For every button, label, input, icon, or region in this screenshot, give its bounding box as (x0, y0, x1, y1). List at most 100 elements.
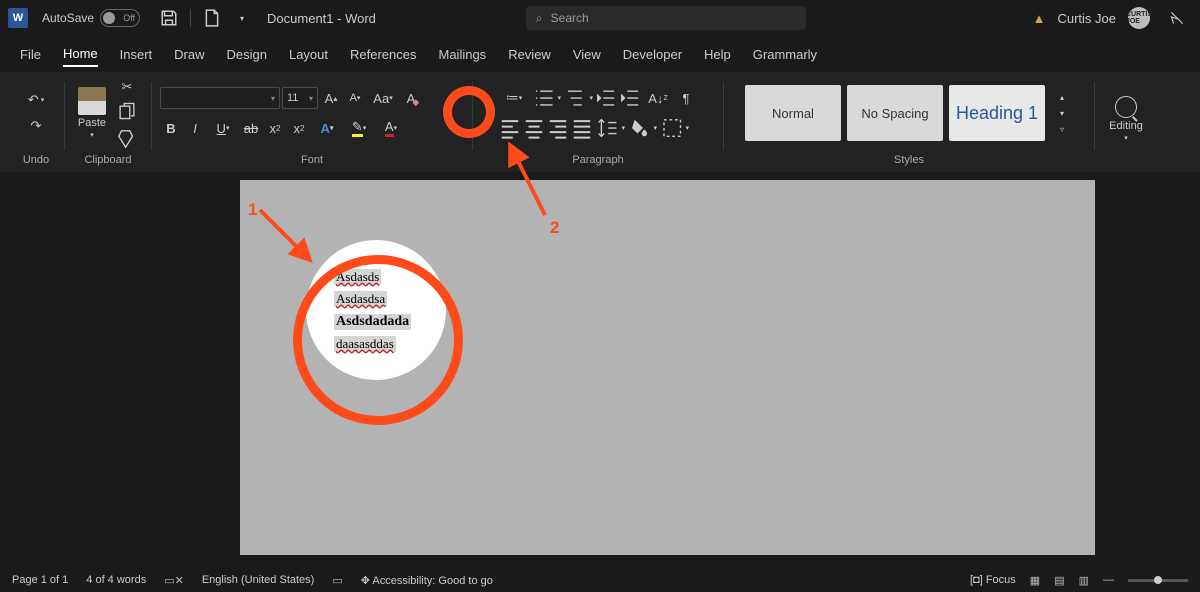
show-marks-icon[interactable]: ¶ (675, 87, 697, 109)
highlight-color-icon[interactable]: ✎ ▾ (344, 117, 374, 139)
tab-developer[interactable]: Developer (623, 43, 682, 66)
bullets-icon[interactable]: ≔ ▾ (499, 87, 529, 109)
search-input[interactable]: ⌕ Search (526, 6, 806, 30)
editing-button[interactable]: Editing ▾ (1109, 96, 1143, 142)
status-accessibility[interactable]: ✥ Accessibility: Good to go (361, 574, 493, 587)
text-line-4[interactable]: daasasddas (334, 336, 396, 352)
style-heading-1[interactable]: Heading 1 (949, 85, 1045, 141)
strikethrough-button[interactable]: ab (240, 117, 262, 139)
status-bar: Page 1 of 1 4 of 4 words ▭✕ English (Uni… (0, 568, 1200, 592)
print-layout-icon[interactable]: ▦ (1030, 574, 1040, 587)
text-effects-icon[interactable]: A ▾ (312, 117, 342, 139)
text-line-1[interactable]: Asdasds (334, 269, 381, 285)
tab-insert[interactable]: Insert (120, 43, 153, 66)
zoom-slider[interactable] (1128, 579, 1188, 582)
new-doc-icon[interactable] (203, 9, 221, 27)
autosave-toggle[interactable]: AutoSave Off (42, 9, 140, 27)
save-icon[interactable] (160, 9, 178, 27)
cut-icon[interactable]: ✂ (116, 76, 138, 98)
tab-grammarly[interactable]: Grammarly (753, 43, 817, 66)
word-logo: W (8, 8, 28, 28)
find-icon (1115, 96, 1137, 118)
tab-mailings[interactable]: Mailings (439, 43, 487, 66)
username: Curtis Joe (1057, 11, 1116, 26)
styles-scroll-up-icon[interactable]: ▴ (1051, 89, 1073, 105)
tab-file[interactable]: File (20, 43, 41, 66)
qat-dropdown-icon[interactable]: ▾ (233, 9, 251, 27)
grow-font-icon[interactable]: A▴ (320, 87, 342, 109)
change-case-icon[interactable]: Aa ▾ (368, 87, 398, 109)
focus-mode[interactable]: [◘] Focus (970, 574, 1016, 586)
group-undo-label: Undo (16, 150, 56, 172)
title-bar: W AutoSave Off ▾ Document1 - Word ⌕ Sear… (0, 0, 1200, 36)
document-area: Asdasds Asdasdsa Asdsdadada daasasddas (0, 172, 1200, 572)
tab-view[interactable]: View (573, 43, 601, 66)
document-title: Document1 - Word (267, 11, 376, 26)
tab-help[interactable]: Help (704, 43, 731, 66)
group-styles-label: Styles (732, 150, 1086, 172)
search-placeholder: Search (551, 11, 589, 25)
font-color-icon[interactable]: A ▾ (376, 117, 406, 139)
warning-icon[interactable]: ▲ (1033, 11, 1046, 26)
italic-button[interactable]: I (184, 117, 206, 139)
multilevel-list-icon[interactable]: ▾ (563, 87, 593, 109)
text-line-2[interactable]: Asdasdsa (334, 291, 387, 307)
ribbon: ↶ ▾ ↷ Undo Paste ▾ ✂ Clipboard ▾ 11▾ (0, 72, 1200, 172)
macro-icon[interactable]: ▭ (332, 574, 342, 587)
underline-button[interactable]: U ▾ (208, 117, 238, 139)
font-size-select[interactable]: 11▾ (282, 87, 318, 109)
zoom-out-icon[interactable]: — (1103, 574, 1114, 586)
tab-draw[interactable]: Draw (174, 43, 204, 66)
align-left-icon[interactable] (499, 117, 521, 139)
style-no-spacing[interactable]: No Spacing (847, 85, 943, 141)
line-spacing-icon[interactable]: ▾ (595, 117, 625, 139)
document-page[interactable]: Asdasds Asdasdsa Asdsdadada daasasddas (240, 180, 1095, 555)
subscript-button[interactable]: x2 (264, 117, 286, 139)
superscript-button[interactable]: x2 (288, 117, 310, 139)
paste-button[interactable]: Paste ▾ (78, 87, 106, 139)
copy-icon[interactable] (116, 102, 138, 124)
numbering-icon[interactable]: ▾ (531, 87, 561, 109)
group-paragraph-label: Paragraph (481, 150, 715, 172)
shrink-font-icon[interactable]: A▾ (344, 87, 366, 109)
tab-design[interactable]: Design (227, 43, 267, 66)
sort-icon[interactable]: A↓Z (643, 87, 673, 109)
shading-icon[interactable]: ▾ (627, 117, 657, 139)
read-mode-icon[interactable]: ▤ (1054, 574, 1064, 587)
decrease-indent-icon[interactable] (595, 87, 617, 109)
format-painter-icon[interactable] (116, 128, 138, 150)
status-language[interactable]: English (United States) (202, 574, 315, 586)
toggle-switch[interactable]: Off (100, 9, 140, 27)
styles-scroll-down-icon[interactable]: ▾ (1051, 105, 1073, 121)
annotation-number-1: 1 (248, 200, 257, 220)
justify-icon[interactable] (571, 117, 593, 139)
align-right-icon[interactable] (547, 117, 569, 139)
bold-button[interactable]: B (160, 117, 182, 139)
avatar[interactable]: CURTIS JOE (1128, 7, 1150, 29)
autosave-label: AutoSave (42, 11, 94, 25)
align-center-icon[interactable] (523, 117, 545, 139)
search-icon: ⌕ (536, 11, 543, 26)
font-name-select[interactable]: ▾ (160, 87, 280, 109)
status-words[interactable]: 4 of 4 words (86, 574, 146, 586)
annotation-number-2: 2 (550, 218, 559, 238)
tab-review[interactable]: Review (508, 43, 551, 66)
styles-expand-icon[interactable]: ▿ (1051, 121, 1073, 137)
text-line-3[interactable]: Asdsdadada (334, 314, 411, 330)
web-layout-icon[interactable]: ▥ (1079, 574, 1089, 587)
undo-button[interactable]: ↶ ▾ (21, 89, 51, 111)
redo-button[interactable]: ↷ (25, 115, 47, 137)
ribbon-tabs: File Home Insert Draw Design Layout Refe… (0, 36, 1200, 72)
ribbon-display-icon[interactable] (1168, 9, 1186, 27)
paste-icon (78, 87, 106, 115)
clear-formatting-icon[interactable]: A◆ (400, 87, 422, 109)
spellcheck-icon[interactable]: ▭✕ (164, 574, 184, 587)
borders-icon[interactable]: ▾ (659, 117, 689, 139)
style-normal[interactable]: Normal (745, 85, 841, 141)
increase-indent-icon[interactable] (619, 87, 641, 109)
group-clipboard-label: Clipboard (73, 150, 143, 172)
tab-home[interactable]: Home (63, 42, 98, 67)
tab-layout[interactable]: Layout (289, 43, 328, 66)
status-page[interactable]: Page 1 of 1 (12, 574, 68, 586)
tab-references[interactable]: References (350, 43, 416, 66)
